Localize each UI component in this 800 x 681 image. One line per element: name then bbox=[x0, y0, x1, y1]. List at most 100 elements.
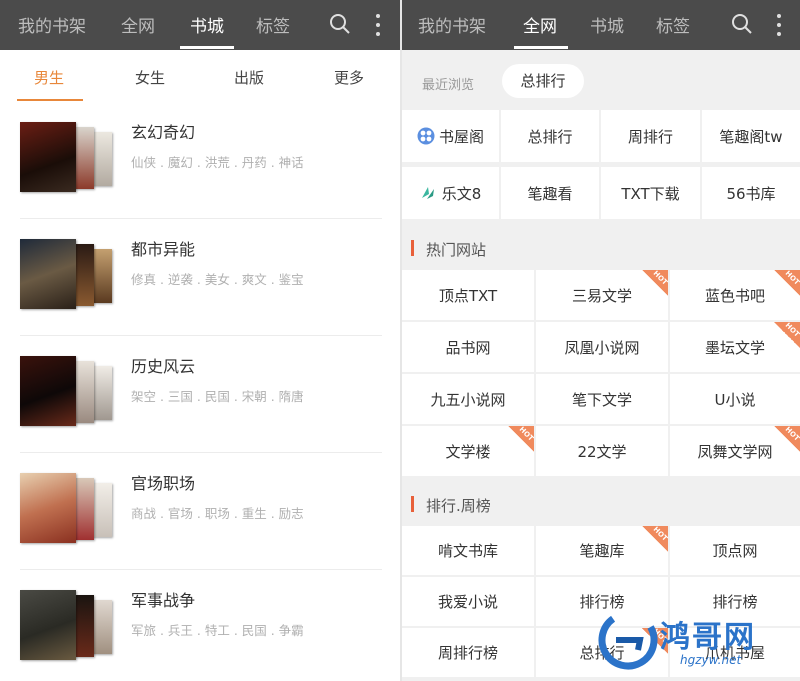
site-label: 三易文学 bbox=[571, 286, 632, 305]
site-label: 九五小说网 bbox=[430, 390, 506, 409]
category-tags: 仙侠 . 魔幻 . 洪荒 . 丹药 . 神话 bbox=[131, 155, 304, 170]
search-icon[interactable] bbox=[328, 12, 352, 36]
site-label: 顶点网 bbox=[712, 542, 758, 560]
category-tags: 修真 . 逆袭 . 美女 . 爽文 . 鉴宝 bbox=[131, 272, 304, 287]
site-cell[interactable]: 凤凰小说网 bbox=[536, 322, 668, 372]
category-cover bbox=[20, 356, 112, 426]
category-title: 军事战争 bbox=[131, 591, 196, 610]
hot-badge: HOT bbox=[642, 526, 668, 552]
site-lewen8[interactable]: 乐文8 bbox=[402, 167, 499, 219]
site-total-ranking[interactable]: 总排行 bbox=[501, 110, 599, 162]
watermark-logo-icon bbox=[598, 610, 658, 670]
tab-whole-web[interactable]: 全网 bbox=[121, 12, 155, 37]
category-item[interactable]: 军事战争 军旅 . 兵王 . 特工 . 民国 . 争霸 bbox=[0, 570, 400, 681]
site-cell[interactable]: 我爱小说 bbox=[402, 577, 534, 626]
site-label: 凤凰小说网 bbox=[564, 338, 640, 357]
active-tab-indicator bbox=[514, 46, 568, 49]
total-ranking-tab[interactable]: 总排行 bbox=[502, 64, 584, 98]
site-cell[interactable]: 九五小说网 bbox=[402, 374, 534, 424]
site-cell[interactable]: 三易文学 HOT bbox=[536, 270, 668, 320]
site-cell[interactable]: 凤舞文学网 HOT bbox=[670, 426, 800, 476]
whole-web-screen: 我的书架 全网 书城 标签 最近浏览 总排行 书屋阁 总排行 周排行 笔趣阁tw bbox=[402, 0, 800, 681]
hot-badge: HOT bbox=[508, 426, 534, 452]
category-cover bbox=[20, 590, 112, 660]
site-label: 笔趣库 bbox=[579, 542, 625, 560]
section-title: 热门网站 bbox=[426, 241, 487, 259]
watermark: 鸿哥网 hgzyw.net bbox=[598, 608, 798, 681]
subtab-indicator bbox=[17, 99, 83, 101]
lewen8-logo-icon bbox=[421, 187, 434, 199]
category-title: 历史风云 bbox=[131, 357, 196, 376]
recent-browse-tab[interactable]: 最近浏览 bbox=[422, 74, 474, 93]
site-biqukan[interactable]: 笔趣看 bbox=[501, 167, 599, 219]
site-label: 周排行榜 bbox=[437, 644, 498, 662]
category-cover bbox=[20, 239, 112, 309]
tab-tags[interactable]: 标签 bbox=[656, 12, 690, 37]
site-cell[interactable]: 蓝色书吧 HOT bbox=[670, 270, 800, 320]
category-tags: 架空 . 三国 . 民国 . 宋朝 . 隋唐 bbox=[131, 389, 304, 404]
category-item[interactable]: 都市异能 修真 . 逆袭 . 美女 . 爽文 . 鉴宝 bbox=[0, 219, 400, 336]
active-tab-indicator bbox=[180, 46, 234, 49]
site-label: U小说 bbox=[714, 390, 756, 409]
site-cell[interactable]: 笔下文学 bbox=[536, 374, 668, 424]
bookstore-screen: 我的书架 全网 书城 标签 男生 女生 出版 更多 玄幻奇幻 仙侠 . 魔幻 .… bbox=[0, 0, 400, 681]
site-cell[interactable]: 啃文书库 bbox=[402, 526, 534, 575]
category-tags: 军旅 . 兵王 . 特工 . 民国 . 争霸 bbox=[131, 623, 304, 638]
category-item[interactable]: 官场职场 商战 . 官场 . 职场 . 重生 . 励志 bbox=[0, 453, 400, 570]
watermark-url: hgzyw.net bbox=[680, 653, 742, 667]
site-cell[interactable]: 22文学 bbox=[536, 426, 668, 476]
category-item[interactable]: 历史风云 架空 . 三国 . 民国 . 宋朝 . 隋唐 bbox=[0, 336, 400, 453]
subtab-female[interactable]: 女生 bbox=[135, 67, 165, 88]
site-cell[interactable]: 顶点TXT bbox=[402, 270, 534, 320]
site-label: 文学楼 bbox=[445, 442, 491, 461]
gender-subtabs: 男生 女生 出版 更多 bbox=[0, 50, 400, 102]
site-cell[interactable]: 文学楼 HOT bbox=[402, 426, 534, 476]
tab-bookstore[interactable]: 书城 bbox=[190, 12, 224, 37]
subtab-published[interactable]: 出版 bbox=[234, 67, 264, 88]
site-label: 凤舞文学网 bbox=[697, 442, 773, 461]
top-nav-bar: 我的书架 全网 书城 标签 bbox=[0, 0, 400, 50]
site-cell[interactable]: 笔趣库 HOT bbox=[536, 526, 668, 575]
rank-sites-header: 排行.周榜 bbox=[402, 482, 800, 526]
site-cell[interactable]: 顶点网 bbox=[670, 526, 800, 575]
category-item[interactable]: 玄幻奇幻 仙侠 . 魔幻 . 洪荒 . 丹药 . 神话 bbox=[0, 102, 400, 219]
site-label: 乐文8 bbox=[441, 184, 482, 203]
watermark-name: 鸿哥网 bbox=[660, 620, 756, 655]
category-title: 都市异能 bbox=[131, 240, 196, 259]
tab-bookstore[interactable]: 书城 bbox=[590, 12, 624, 37]
site-cell[interactable]: 墨坛文学 HOT bbox=[670, 322, 800, 372]
tab-tags[interactable]: 标签 bbox=[256, 12, 290, 37]
tab-whole-web[interactable]: 全网 bbox=[523, 12, 557, 37]
site-56shuku[interactable]: 56书库 bbox=[702, 167, 800, 219]
site-label: 墨坛文学 bbox=[704, 338, 765, 357]
site-label: 我爱小说 bbox=[437, 593, 498, 611]
hot-badge: HOT bbox=[774, 426, 800, 452]
hot-badge: HOT bbox=[774, 322, 800, 348]
site-label: 品书网 bbox=[445, 338, 491, 357]
subtab-male[interactable]: 男生 bbox=[34, 67, 64, 88]
site-label: 顶点TXT bbox=[438, 286, 498, 305]
section-title: 排行.周榜 bbox=[426, 497, 491, 515]
tab-bookshelf[interactable]: 我的书架 bbox=[418, 12, 486, 37]
site-cell[interactable]: 品书网 bbox=[402, 322, 534, 372]
more-icon[interactable] bbox=[774, 12, 784, 38]
hot-badge: HOT bbox=[642, 270, 668, 296]
category-cover bbox=[20, 473, 112, 543]
category-title: 官场职场 bbox=[131, 474, 196, 493]
site-label: 书屋阁 bbox=[438, 127, 484, 146]
subtab-more[interactable]: 更多 bbox=[334, 67, 364, 88]
site-biquge-tw[interactable]: 笔趣阁tw bbox=[702, 110, 800, 162]
site-cell[interactable]: 周排行榜 bbox=[402, 628, 534, 677]
site-label: 蓝色书吧 bbox=[704, 286, 765, 305]
site-weekly-ranking[interactable]: 周排行 bbox=[601, 110, 700, 162]
site-shuwuge[interactable]: 书屋阁 bbox=[402, 110, 499, 162]
hot-sites-header: 热门网站 bbox=[402, 226, 800, 270]
site-txt-download[interactable]: TXT下载 bbox=[601, 167, 700, 219]
site-cell[interactable]: U小说 bbox=[670, 374, 800, 424]
search-icon[interactable] bbox=[730, 12, 754, 36]
tab-bookshelf[interactable]: 我的书架 bbox=[18, 12, 86, 37]
site-label: 笔下文学 bbox=[571, 390, 632, 409]
more-icon[interactable] bbox=[373, 12, 383, 38]
shuwuge-logo-icon bbox=[417, 127, 435, 145]
top-nav-bar: 我的书架 全网 书城 标签 bbox=[402, 0, 800, 50]
